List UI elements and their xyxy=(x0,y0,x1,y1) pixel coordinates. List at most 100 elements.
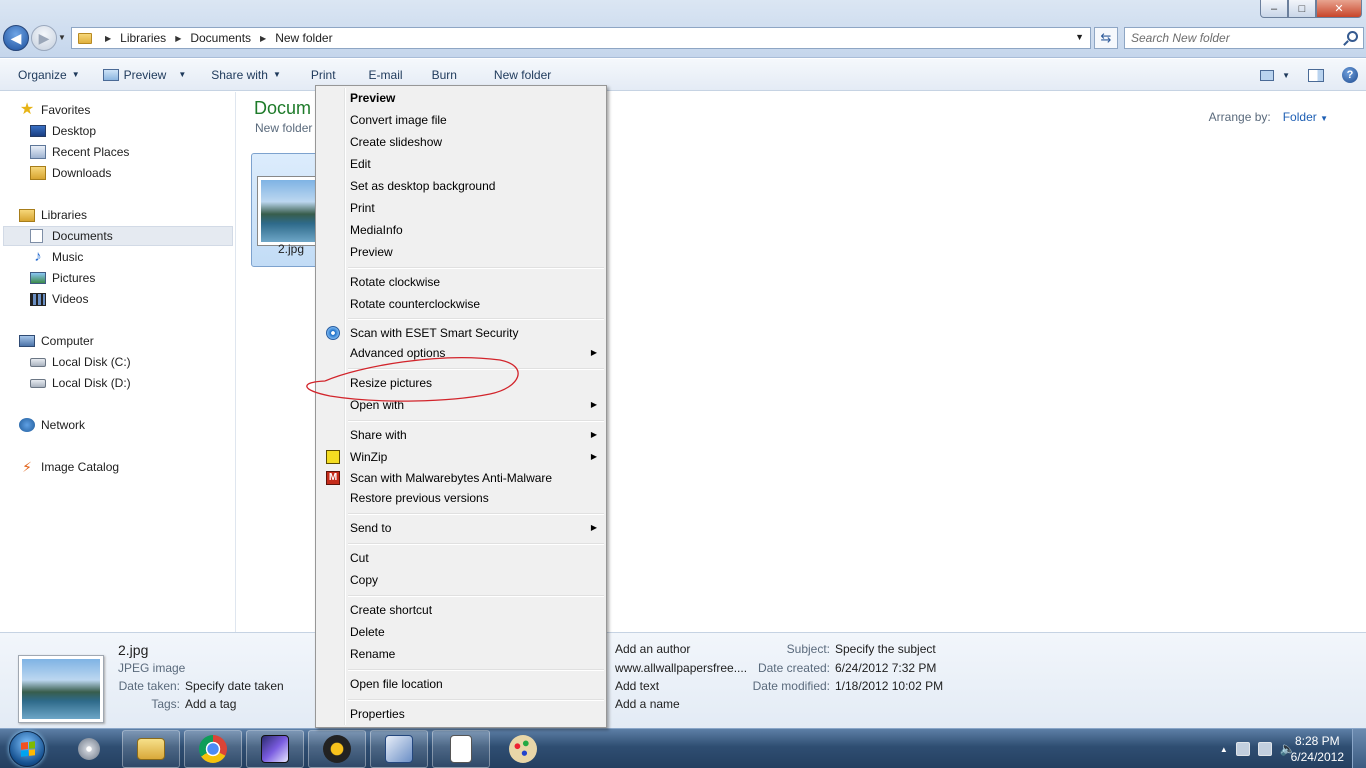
nav-desktop[interactable]: Desktop xyxy=(30,121,96,141)
share-with-button[interactable]: Share with ▼ xyxy=(195,59,290,90)
menu-item-create-shortcut[interactable]: Create shortcut xyxy=(319,600,603,620)
menu-item-mediainfo[interactable]: MediaInfo xyxy=(319,220,603,240)
network-tray-icon[interactable] xyxy=(1235,742,1250,756)
folder-icon xyxy=(78,32,92,44)
taskbar-paint-app[interactable] xyxy=(370,730,428,768)
power-tray-icon[interactable] xyxy=(1257,742,1272,756)
search-input[interactable]: Search New folder xyxy=(1124,27,1364,49)
organize-button[interactable]: Organize ▼ xyxy=(0,59,89,90)
menu-item-share-with[interactable]: Share with ▶ xyxy=(319,425,603,445)
taskbar-explorer[interactable] xyxy=(122,730,180,768)
date-taken-value[interactable]: Specify date taken xyxy=(185,679,284,693)
landscape-image xyxy=(261,180,321,242)
start-button[interactable] xyxy=(4,729,50,768)
arrange-by-dropdown[interactable]: Folder ▼ xyxy=(1283,110,1328,124)
menu-item-open-with[interactable]: Open with ▶ xyxy=(319,395,603,415)
nav-network[interactable]: Network xyxy=(19,415,85,435)
refresh-button[interactable]: ⇆ xyxy=(1094,27,1118,49)
music-note-icon: ♪ xyxy=(34,248,42,265)
taskbar-media-center[interactable] xyxy=(60,730,118,768)
help-icon[interactable]: ? xyxy=(1342,67,1358,83)
breadcrumb-documents[interactable]: Documents xyxy=(190,31,251,45)
menu-item-set-desktop-background[interactable]: Set as desktop background xyxy=(319,176,603,196)
nav-documents[interactable]: Documents xyxy=(3,226,233,246)
menu-item-rotate-counterclockwise[interactable]: Rotate counterclockwise xyxy=(319,294,603,314)
name-value[interactable]: Add a name xyxy=(615,697,680,711)
forward-button[interactable]: ▶ xyxy=(31,25,57,51)
menu-item-scan-eset[interactable]: Scan with ESET Smart Security xyxy=(319,323,603,343)
menu-item-copy[interactable]: Copy xyxy=(319,570,603,590)
menu-item-resize-pictures[interactable]: Resize pictures xyxy=(319,373,603,393)
nav-downloads[interactable]: Downloads xyxy=(30,163,111,183)
nav-local-disk-c[interactable]: Local Disk (C:) xyxy=(30,352,131,372)
clock[interactable]: 8:28 PM 6/24/2012 xyxy=(1291,733,1344,765)
drawing-app-icon xyxy=(385,735,413,763)
taskbar-notepad[interactable] xyxy=(432,730,490,768)
nav-pictures[interactable]: Pictures xyxy=(30,268,95,288)
comments-value[interactable]: Add text xyxy=(615,679,659,693)
subject-value[interactable]: Specify the subject xyxy=(835,642,936,656)
menu-item-open-file-location[interactable]: Open file location xyxy=(319,674,603,694)
notepad-icon xyxy=(450,735,472,763)
nav-libraries[interactable]: Libraries xyxy=(19,205,87,225)
menu-item-properties[interactable]: Properties xyxy=(319,704,603,724)
menu-item-preview[interactable]: Preview xyxy=(319,242,603,262)
recent-pages-dropdown[interactable]: ▼ xyxy=(58,33,66,42)
tags-value[interactable]: Add a tag xyxy=(185,697,236,711)
menu-item-scan-malwarebytes[interactable]: M Scan with Malwarebytes Anti-Malware xyxy=(319,468,603,488)
show-hidden-icons[interactable]: ▲ xyxy=(1220,745,1228,754)
nav-computer[interactable]: Computer xyxy=(19,331,94,351)
menu-item-create-slideshow[interactable]: Create slideshow xyxy=(319,132,603,152)
menu-item-winzip[interactable]: WinZip ▶ xyxy=(319,447,603,467)
breadcrumb-libraries[interactable]: Libraries xyxy=(120,31,166,45)
taskbar-paint[interactable] xyxy=(494,730,552,768)
nav-local-disk-d[interactable]: Local Disk (D:) xyxy=(30,373,131,393)
menu-item-delete[interactable]: Delete xyxy=(319,622,603,642)
address-dropdown-icon[interactable]: ▼ xyxy=(1075,32,1084,42)
menu-item-preview-default[interactable]: Preview xyxy=(319,88,603,108)
date-created-label: Date created: xyxy=(757,661,830,675)
show-desktop-button[interactable] xyxy=(1352,729,1366,768)
nav-videos[interactable]: Videos xyxy=(30,289,88,309)
taskbar-media-player[interactable] xyxy=(308,730,366,768)
nav-label: Local Disk (C:) xyxy=(52,355,131,369)
chevron-right-icon[interactable]: ▶ xyxy=(260,34,266,43)
menu-item-restore-previous-versions[interactable]: Restore previous versions xyxy=(319,488,603,508)
search-icon[interactable] xyxy=(1347,31,1358,42)
menu-item-rotate-clockwise[interactable]: Rotate clockwise xyxy=(319,272,603,292)
taskbar-video-app[interactable] xyxy=(246,730,304,768)
preview-icon xyxy=(102,68,119,81)
nav-favorites[interactable]: ★ Favorites xyxy=(19,100,91,120)
nav-image-catalog[interactable]: ⚡ Image Catalog xyxy=(19,457,119,477)
menu-item-rename[interactable]: Rename xyxy=(319,644,603,664)
nav-music[interactable]: ♪ Music xyxy=(30,247,83,267)
library-subtitle[interactable]: New folder xyxy=(255,121,312,135)
authors-value[interactable]: Add an author xyxy=(615,642,690,656)
chevron-right-icon[interactable]: ▶ xyxy=(175,34,181,43)
submenu-arrow-icon: ▶ xyxy=(590,400,597,409)
address-bar[interactable]: ▶ Libraries ▶ Documents ▶ New folder ▼ xyxy=(71,27,1091,49)
maximize-button[interactable]: □ xyxy=(1288,0,1316,18)
menu-item-print[interactable]: Print xyxy=(319,198,603,218)
title-value[interactable]: www.allwallpapersfree.... xyxy=(615,661,747,675)
minimize-button[interactable]: – xyxy=(1260,0,1288,18)
taskbar-chrome[interactable] xyxy=(184,730,242,768)
preview-button[interactable]: Preview ▼ xyxy=(89,59,196,90)
change-view-button[interactable]: ▼ xyxy=(1260,69,1290,81)
back-button[interactable]: ◀ xyxy=(3,25,29,51)
share-with-label: Share with xyxy=(211,67,268,82)
nav-recent-places[interactable]: Recent Places xyxy=(30,142,129,162)
nav-label: Image Catalog xyxy=(41,460,120,474)
menu-item-edit[interactable]: Edit xyxy=(319,154,603,174)
arrange-by: Arrange by: Folder ▼ xyxy=(1209,110,1328,124)
menu-item-cut[interactable]: Cut xyxy=(319,548,603,568)
breadcrumb-new-folder[interactable]: New folder xyxy=(275,31,332,45)
pictures-icon xyxy=(30,272,46,284)
menu-item-send-to[interactable]: Send to ▶ xyxy=(319,518,603,538)
close-button[interactable]: ✕ xyxy=(1316,0,1362,18)
menu-item-advanced-options[interactable]: Advanced options ▶ xyxy=(319,343,603,363)
chevron-right-icon[interactable]: ▶ xyxy=(105,34,111,43)
menu-item-convert-image[interactable]: Convert image file xyxy=(319,110,603,130)
computer-icon xyxy=(19,335,35,347)
preview-pane-icon[interactable] xyxy=(1308,68,1324,82)
